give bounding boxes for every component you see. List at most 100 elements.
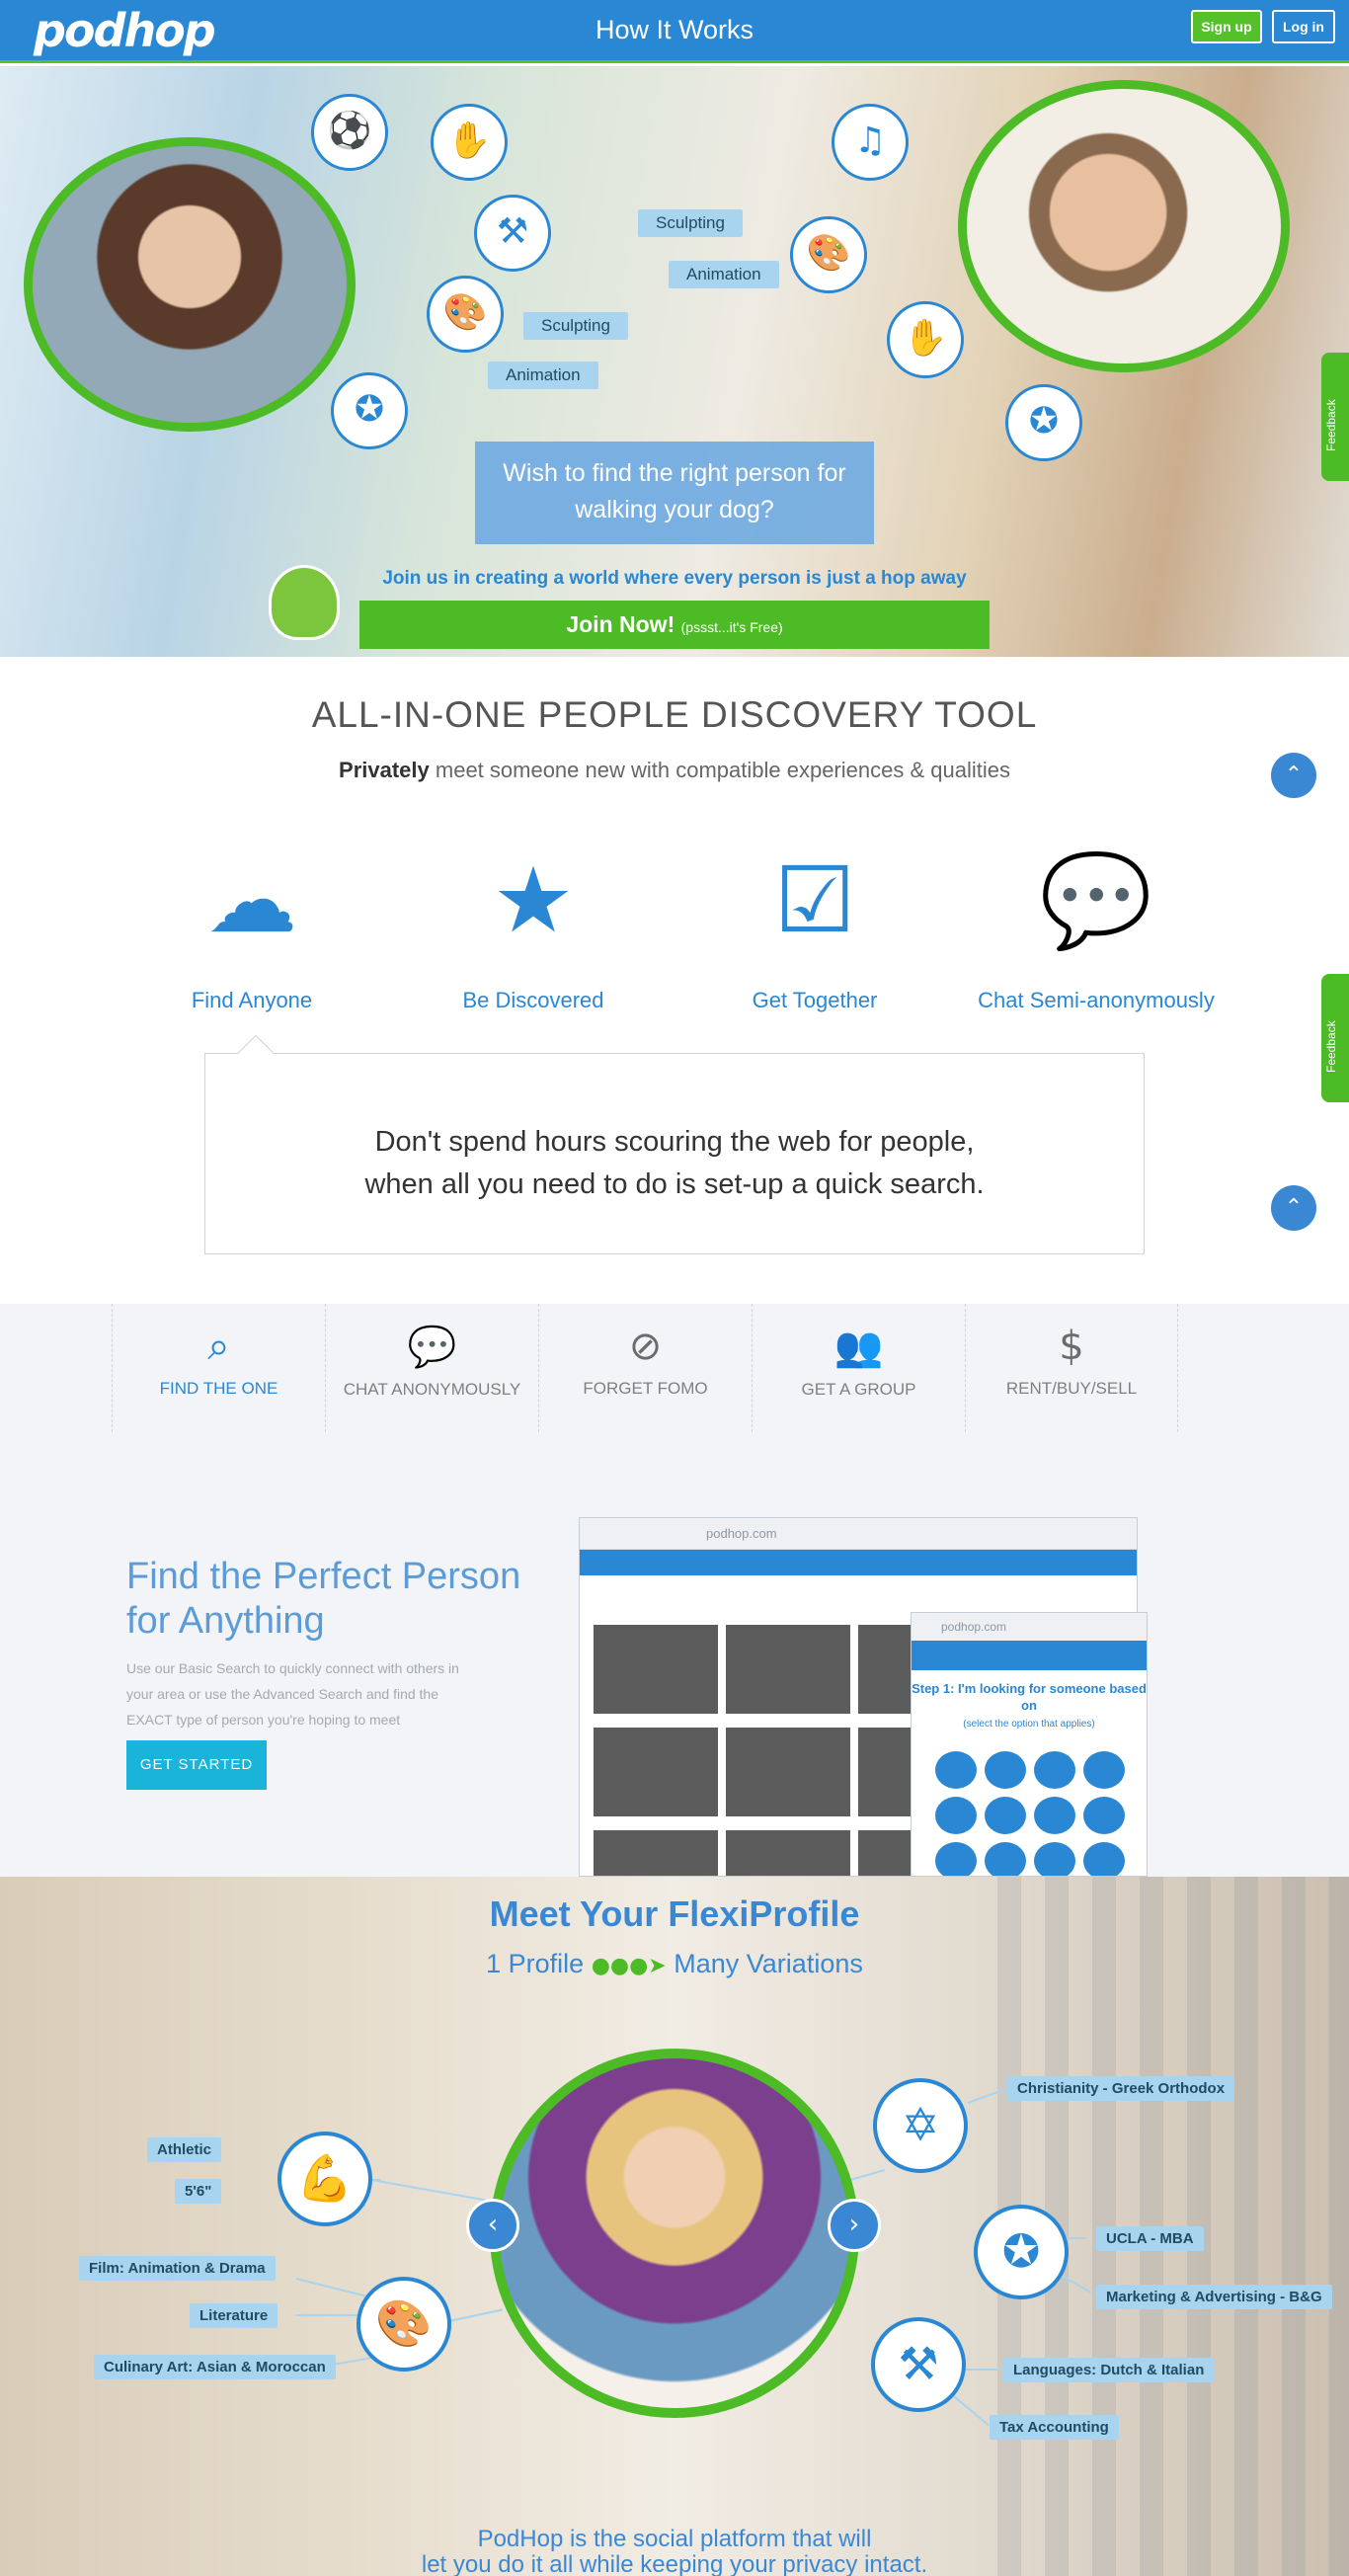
tab-forget-fomo[interactable]: ⊘ FORGET FOMO <box>538 1304 752 1432</box>
dollar-icon: $ <box>1059 1324 1084 1369</box>
tab-get-a-group[interactable]: 👥 GET A GROUP <box>752 1304 965 1432</box>
top-bar: podhop How It Works Sign up Log in <box>0 0 1349 63</box>
helping-hand-icon: ✋ <box>431 104 508 181</box>
music-food-icon: ♫ <box>832 104 909 181</box>
tag-culinary: Culinary Art: Asian & Moroccan <box>94 2355 336 2379</box>
hero-question-box: Wish to find the right person for walkin… <box>475 442 874 544</box>
feedback-tab[interactable]: Feedback <box>1321 974 1349 1102</box>
connector-line <box>1067 2237 1086 2239</box>
star-icon: ★ <box>492 847 575 953</box>
category-icon <box>1083 1842 1125 1876</box>
search-icon: ⌕ <box>207 1324 230 1369</box>
tag-film: Film: Animation & Drama <box>79 2256 276 2281</box>
sports-ball-icon: ⚽ <box>311 94 388 171</box>
tools-icon: ⚒ <box>474 195 551 272</box>
category-icon <box>1034 1797 1075 1834</box>
tag-height: 5'6" <box>175 2179 222 2204</box>
connector-line <box>960 2369 1001 2371</box>
mobile-step-text: Step 1: I'm looking for someone based on… <box>912 1681 1147 1730</box>
get-started-button[interactable]: GET STARTED <box>126 1740 267 1790</box>
search-tile <box>594 1625 718 1714</box>
hero-tag-animation-right: Animation <box>669 261 779 288</box>
find-heading: Find the Perfect Person for Anything <box>126 1556 521 1642</box>
tag-ucla: UCLA - MBA <box>1096 2226 1204 2251</box>
woman-avatar <box>24 137 356 432</box>
tab-chat-anonymously[interactable]: 💬 CHAT ANONYMOUSLY <box>325 1304 538 1432</box>
browser-address-bar: podhop.com <box>580 1518 1137 1550</box>
mobile-app-nav <box>912 1641 1147 1670</box>
find-description: Use our Basic Search to quickly connect … <box>126 1660 459 1728</box>
tag-literature: Literature <box>190 2303 278 2328</box>
mobile-screenshot: podhop.com Step 1: I'm looking for someo… <box>911 1612 1148 1877</box>
tag-religion: Christianity - Greek Orthodox <box>1007 2076 1235 2101</box>
calendar-check-icon: ☑ <box>773 847 856 953</box>
feature-chat[interactable]: 💬 Chat Semi-anonymously <box>968 842 1225 1013</box>
tab-find-the-one[interactable]: ⌕ FIND THE ONE <box>112 1304 325 1432</box>
feature-get-together[interactable]: ☑ Get Together <box>686 842 943 1013</box>
tag-languages: Languages: Dutch & Italian <box>1003 2358 1215 2382</box>
chat-bubbles-icon: 💬 <box>1039 847 1153 953</box>
tag-marketing: Marketing & Advertising - B&G <box>1096 2285 1332 2309</box>
search-tile <box>594 1830 718 1876</box>
category-icon <box>935 1751 977 1789</box>
helping-hand-icon: ✋ <box>887 301 964 378</box>
section-title: ALL-IN-ONE PEOPLE DISCOVERY TOOL <box>311 694 1038 735</box>
search-tile <box>726 1830 850 1876</box>
tab-label: FIND THE ONE <box>159 1379 278 1398</box>
dots-arrow-icon: ●●●➤ <box>591 1954 667 1978</box>
feature-label: Find Anyone <box>191 988 313 1012</box>
religion-symbols-icon: ✡ <box>873 2078 968 2173</box>
feature-label: Chat Semi-anonymously <box>978 988 1215 1012</box>
tab-label: FORGET FOMO <box>583 1379 708 1398</box>
page-title: How It Works <box>595 15 754 44</box>
award-ribbon-icon: ✪ <box>331 372 408 449</box>
feature-description-box: Don't spend hours scouring the web for p… <box>204 1034 1145 1254</box>
login-button[interactable]: Log in <box>1272 10 1335 43</box>
box-pointer <box>237 1034 275 1072</box>
feature-description: Don't spend hours scouring the web for p… <box>364 1126 985 1200</box>
tab-label: RENT/BUY/SELL <box>1005 1379 1138 1398</box>
next-arrow-button[interactable]: › <box>828 2199 881 2252</box>
mobile-address-bar: podhop.com <box>912 1613 1147 1641</box>
previous-arrow-button[interactable]: ‹ <box>466 2199 519 2252</box>
category-icon <box>935 1797 977 1834</box>
join-small-text: (pssst...it's Free) <box>680 619 783 635</box>
chat-icon: 💬 <box>407 1325 457 1370</box>
hero-tag-animation-left: Animation <box>488 362 598 389</box>
group-icon: 👥 <box>833 1325 884 1370</box>
feedback-tab[interactable]: Feedback <box>1321 353 1349 481</box>
award-ribbon-icon: ✪ <box>974 2205 1069 2299</box>
category-icon <box>1083 1751 1125 1789</box>
tag-tax: Tax Accounting <box>990 2415 1119 2440</box>
feature-be-discovered[interactable]: ★ Be Discovered <box>405 842 662 1013</box>
feature-find-anyone[interactable]: ☁ Find Anyone <box>123 842 380 1013</box>
art-palette-icon: 🎨 <box>427 276 504 353</box>
ban-icon: ⊘ <box>628 1324 663 1369</box>
cloud-search-icon: ☁ <box>206 847 297 953</box>
browser-app-nav <box>580 1550 1137 1575</box>
connector-line <box>296 2314 359 2316</box>
feature-label: Be Discovered <box>462 988 604 1012</box>
award-ribbon-icon: ✪ <box>1005 384 1082 461</box>
scroll-up-button[interactable]: ⌃ <box>1271 1185 1316 1231</box>
join-label: Join Now! <box>566 611 675 637</box>
feature-label: Get Together <box>752 988 878 1012</box>
tools-icon: ⚒ <box>871 2317 966 2412</box>
search-tile <box>726 1728 850 1816</box>
flexiprofile-subtitle: 1 Profile ●●●➤ Many Variations <box>486 1949 863 1978</box>
join-now-button[interactable]: Join Now! (pssst...it's Free) <box>359 601 990 649</box>
tag-athletic: Athletic <box>147 2137 222 2162</box>
art-palette-icon: 🎨 <box>357 2277 451 2372</box>
tab-rent-buy-sell[interactable]: $ RENT/BUY/SELL <box>965 1304 1178 1432</box>
athlete-icon: 💪 <box>278 2132 372 2226</box>
tab-label: CHAT ANONYMOUSLY <box>343 1380 521 1399</box>
hero-banner: ⚽ ✋ ⚒ 🎨 ✪ Sculpting Animation ♫ 🎨 ✋ ✪ Sc… <box>0 66 1349 657</box>
search-tile <box>594 1728 718 1816</box>
hero-tag-sculpting-right: Sculpting <box>638 209 743 237</box>
hero-tagline: Join us in creating a world where every … <box>382 568 967 589</box>
category-icon <box>935 1842 977 1876</box>
category-icon <box>1083 1797 1125 1834</box>
mascot-image <box>269 565 340 640</box>
signup-button[interactable]: Sign up <box>1191 10 1262 43</box>
category-icon <box>1034 1751 1075 1789</box>
